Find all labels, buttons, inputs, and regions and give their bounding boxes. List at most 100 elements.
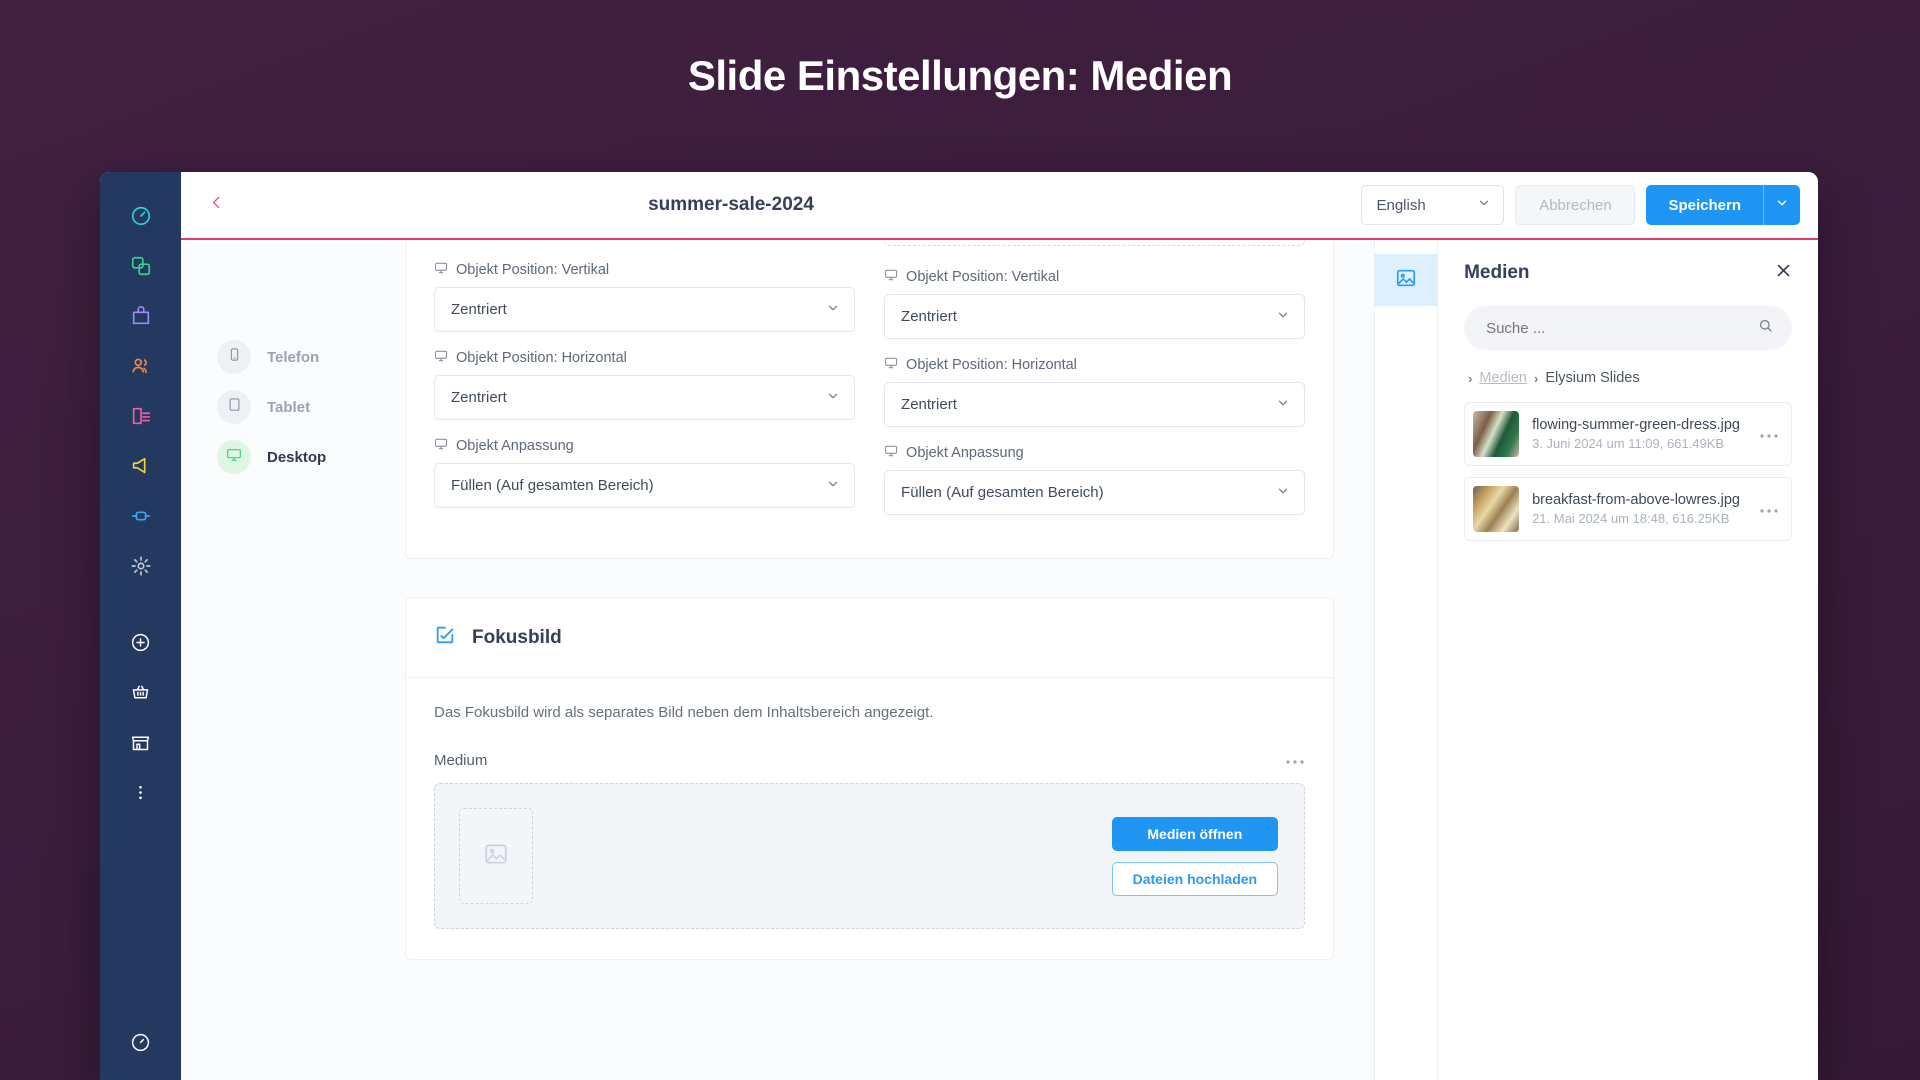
basket-icon [130,682,151,703]
media-placeholder [459,808,533,904]
top-toolbar: summer-sale-2024 English Abbrechen Speic… [181,172,1818,240]
media-panel-title: Medien [1464,262,1530,283]
media-list-item[interactable]: flowing-summer-green-dress.jpg 3. Juni 2… [1464,402,1792,466]
media-search-box[interactable] [1464,306,1792,350]
media-item-more-button[interactable] [1759,498,1779,520]
media-list-item[interactable]: breakfast-from-above-lowres.jpg 21. Mai … [1464,477,1792,541]
field-label: Objekt Position: Vertikal [434,261,855,279]
open-media-button[interactable]: Medien öffnen [1111,816,1279,851]
focus-image-icon [434,624,456,651]
save-button-group: Speichern [1646,185,1800,225]
field-object-position-vertical-left: Objekt Position: Vertikal Zentriert [434,261,856,332]
device-label-tablet: Tablet [267,398,311,416]
sidebar-item-marketing[interactable] [119,444,163,488]
image-icon [1395,267,1417,294]
sidebar-item-dashboard[interactable] [119,194,163,238]
language-select[interactable]: English [1361,185,1505,225]
search-input[interactable] [1486,319,1757,337]
settings-icon [130,555,152,577]
chevron-left-icon [208,194,225,216]
tablet-icon-bubble [217,390,251,424]
field-label-text: Objekt Anpassung [456,438,574,454]
device-option-telefon[interactable]: Telefon [217,332,395,382]
media-panel-header: Medien [1464,262,1792,284]
medium-more-button[interactable] [1285,749,1305,771]
back-button[interactable] [203,192,229,218]
layers-icon [130,255,152,277]
sidebar-item-more[interactable] [119,770,163,814]
settings-column-right: Objekt Position: Vertikal Zentriert Obje… [884,240,1306,532]
media-list: flowing-summer-green-dress.jpg 3. Juni 2… [1464,402,1792,541]
field-label-text: Objekt Position: Vertikal [906,269,1060,285]
select-object-fit[interactable]: Füllen (Auf gesamten Bereich) [434,463,856,508]
media-item-more-button[interactable] [1759,423,1779,445]
sidebar-item-store[interactable] [119,720,163,764]
select-object-position-vertical[interactable]: Zentriert [884,294,1306,339]
sidebar-item-add[interactable] [119,620,163,664]
content-icon [130,405,152,427]
desktop-icon-bubble [217,440,251,474]
tab-media[interactable] [1375,254,1438,306]
desktop-icon [884,444,898,462]
upload-files-button[interactable]: Dateien hochladen [1111,861,1279,896]
sidebar-item-users[interactable] [119,344,163,388]
cancel-button[interactable]: Abbrechen [1515,185,1636,225]
chevron-down-icon [1276,308,1290,326]
media-thumbnail [1473,411,1520,457]
dropzone-actions: Medien öffnen Dateien hochladen [1111,816,1279,896]
app-window: summer-sale-2024 English Abbrechen Speic… [100,172,1818,1080]
medium-label: Medium [434,751,488,769]
field-label: Objekt Anpassung [884,444,1305,462]
breadcrumb-root[interactable]: Medien [1479,370,1527,386]
phone-icon-bubble [217,340,251,374]
store-icon [130,732,151,753]
select-object-position-horizontal[interactable]: Zentriert [434,375,856,420]
settings-forms: Objekt Position: Vertikal Zentriert Obje… [395,240,1374,1080]
media-dropzone[interactable]: Medien öffnen Dateien hochladen [434,783,1306,929]
field-label-text: Objekt Anpassung [906,445,1024,461]
close-panel-button[interactable] [1775,262,1792,284]
toolbar-actions: English Abbrechen Speichern [1361,185,1800,225]
field-label: Objekt Anpassung [434,437,855,455]
plugin-icon [130,505,152,527]
breadcrumb-separator-icon: › [1468,370,1473,386]
document-title: summer-sale-2024 [648,194,814,215]
select-object-fit[interactable]: Füllen (Auf gesamten Bereich) [884,470,1306,515]
breadcrumb-separator-icon: › [1533,370,1539,386]
medium-row: Medium [434,749,1305,771]
device-option-desktop[interactable]: Desktop [217,432,395,482]
select-value: Zentriert [451,389,507,406]
select-value: Zentriert [901,396,957,413]
save-dropdown-button[interactable] [1763,185,1800,225]
select-value: Zentriert [451,301,507,318]
select-object-position-horizontal[interactable]: Zentriert [884,382,1306,427]
sidebar-item-plugins[interactable] [119,494,163,538]
sidebar-item-content[interactable] [119,394,163,438]
device-option-tablet[interactable]: Tablet [217,382,395,432]
focus-image-header: Fokusbild [406,598,1334,678]
sidebar-footer[interactable] [100,1032,181,1058]
sidebar-item-settings[interactable] [119,544,163,588]
editor-pane: Telefon Tablet Desktop Objekt Position: … [181,240,1375,1080]
megaphone-icon [130,455,152,477]
close-icon [1775,264,1792,283]
field-object-position-vertical-right: Objekt Position: Vertikal Zentriert [884,268,1306,339]
chevron-down-icon [1775,196,1789,215]
sidebar-item-shop[interactable] [119,294,163,338]
settings-column-left: Objekt Position: Vertikal Zentriert Obje… [434,240,856,532]
content-area: Telefon Tablet Desktop Objekt Position: … [181,240,1818,1080]
sidebar-item-layers[interactable] [119,244,163,288]
desktop-icon [884,268,898,286]
focus-image-title: Fokusbild [472,626,562,648]
field-object-fit-right: Objekt Anpassung Füllen (Auf gesamten Be… [884,444,1306,515]
chevron-down-icon [1477,196,1491,214]
save-button[interactable]: Speichern [1646,185,1763,225]
desktop-icon [434,261,448,279]
select-object-position-vertical[interactable]: Zentriert [434,287,856,332]
sidebar-item-orders[interactable] [119,670,163,714]
field-label-text: Objekt Position: Horizontal [906,357,1077,373]
tablet-icon [227,397,242,417]
select-value: Füllen (Auf gesamten Bereich) [451,477,654,494]
desktop-icon [226,447,242,468]
desktop-icon [434,349,448,367]
